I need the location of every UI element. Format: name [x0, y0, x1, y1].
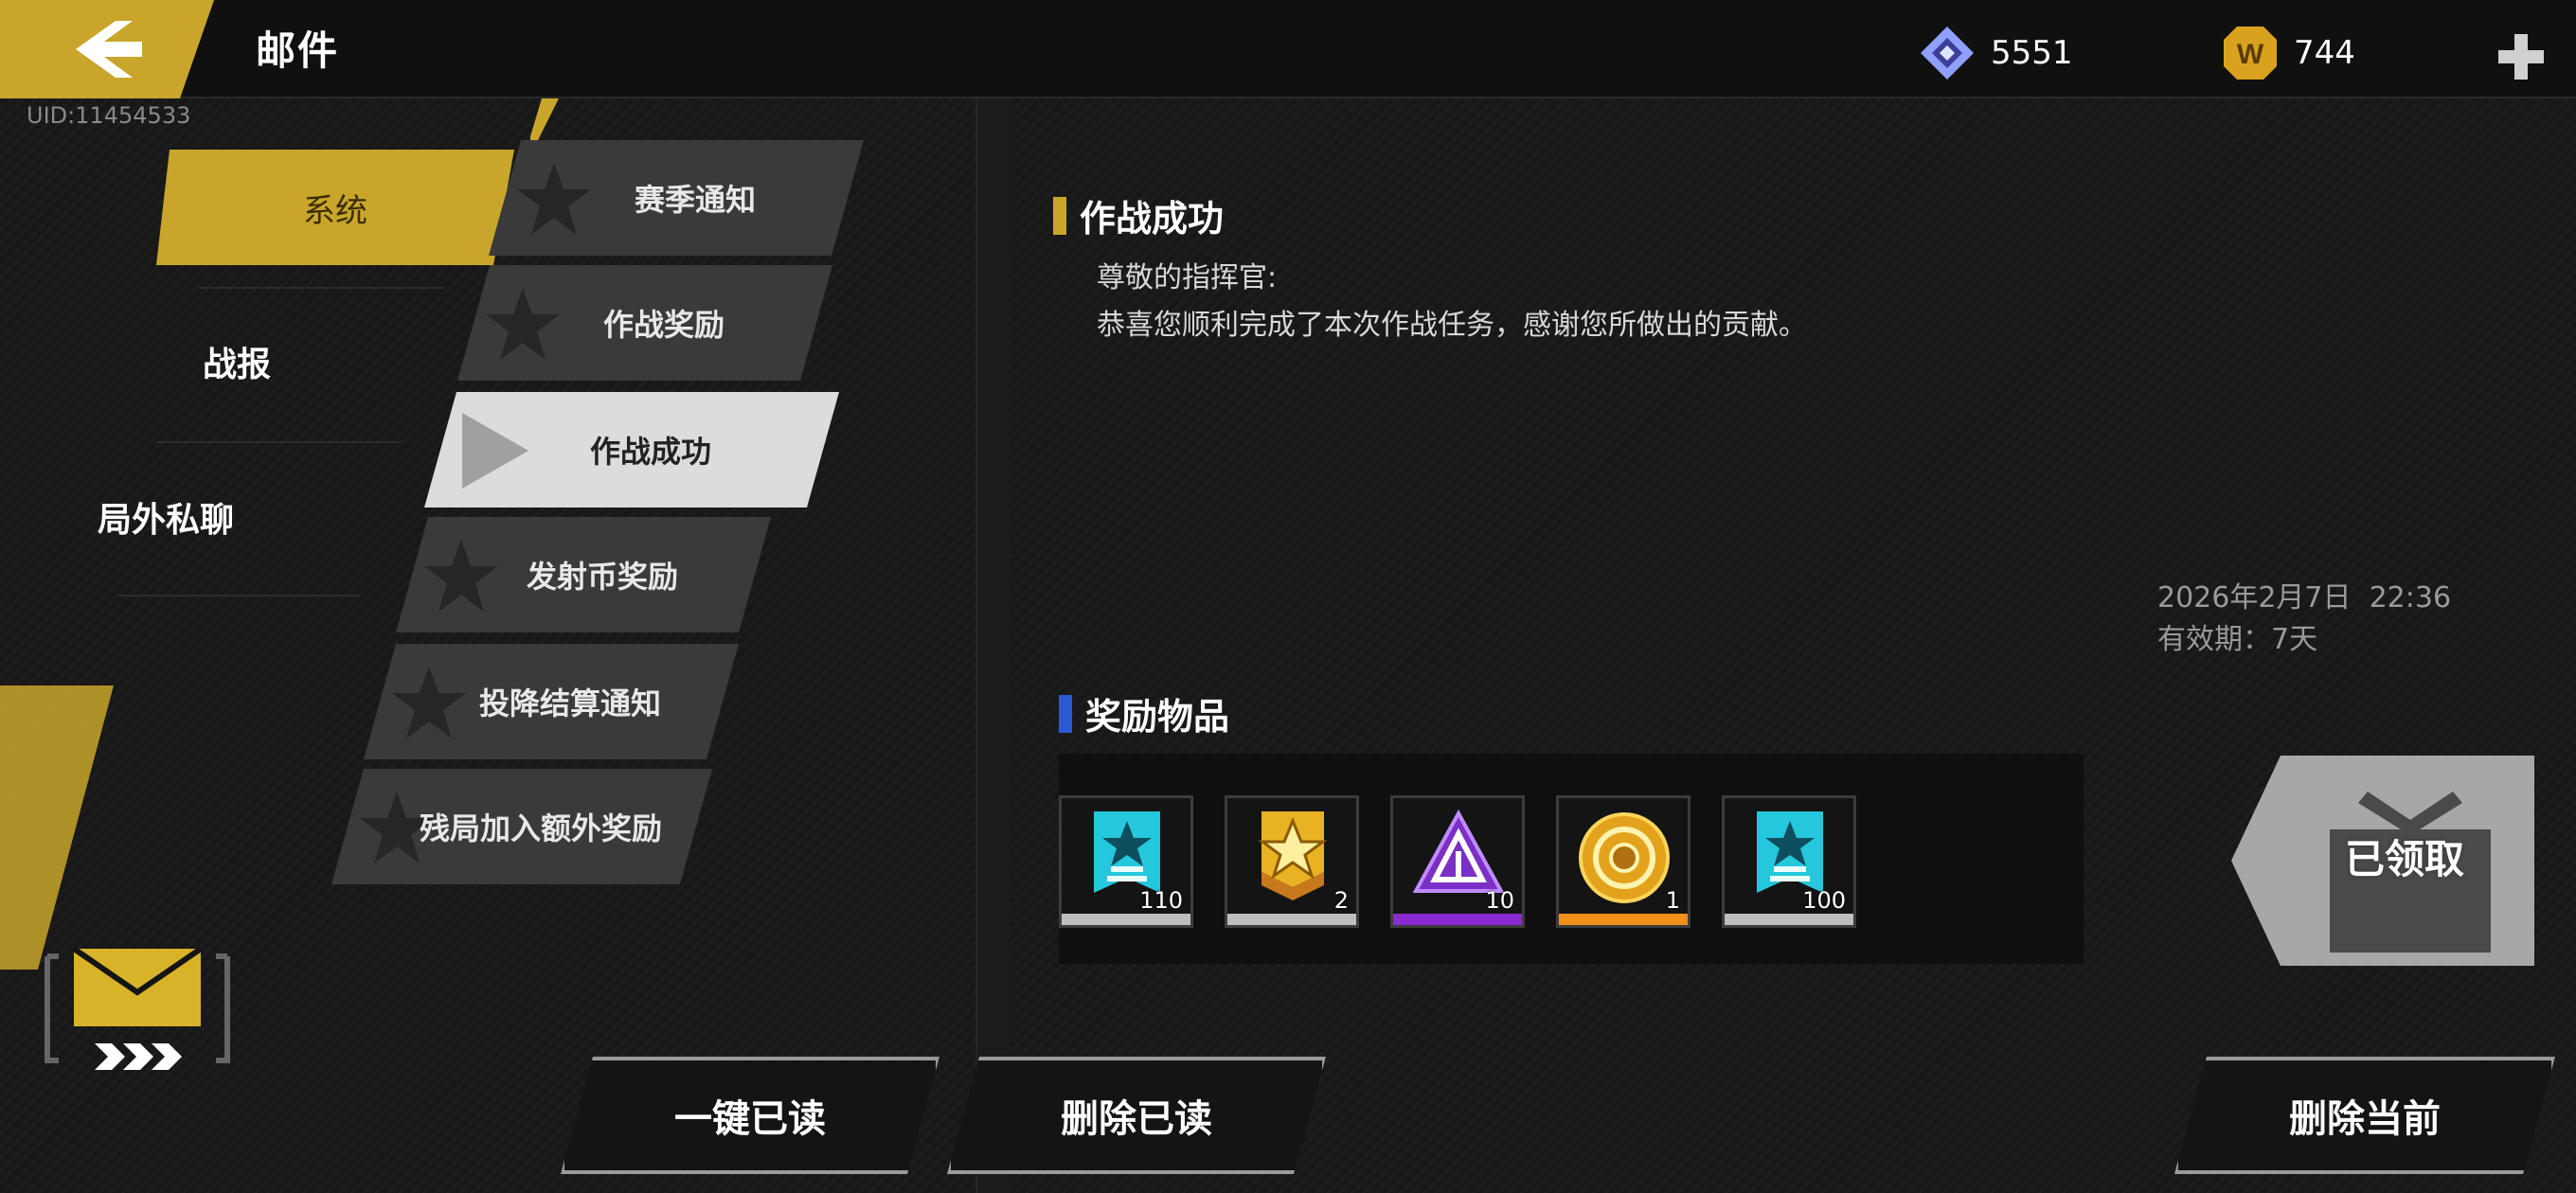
user-id: UID:11454533: [27, 102, 191, 129]
page-title: 邮件: [256, 27, 340, 74]
envelope-icon: [45, 946, 230, 1070]
category-system[interactable]: 系统: [156, 150, 514, 265]
mail-item-label: 发射币奖励: [526, 559, 678, 595]
category-divider: [118, 595, 360, 596]
rarity-bar: [1393, 914, 1522, 925]
delete-current-button[interactable]: 删除当前: [2174, 1057, 2555, 1174]
rarity-bar: [1725, 914, 1853, 925]
mail-item-label: 作战奖励: [602, 307, 724, 343]
mail-item[interactable]: 发射币奖励: [396, 517, 771, 632]
panel-divider: [975, 98, 1010, 1193]
mail-item-label: 投降结算通知: [478, 686, 661, 721]
w-coin-icon: W: [2224, 27, 2277, 80]
mail-item[interactable]: 赛季通知: [489, 140, 864, 256]
mail-item[interactable]: 残局加入额外奖励: [331, 769, 712, 884]
svg-text:W: W: [2237, 39, 2264, 70]
mail-greeting: 尊敬的指挥官:: [1097, 261, 1278, 294]
claimed-label: 已领取: [2344, 836, 2464, 882]
reward-item[interactable]: 10: [1390, 795, 1525, 928]
reward-item[interactable]: 2: [1225, 795, 1359, 928]
reward-count: 100: [1802, 887, 1846, 914]
currency-diamond[interactable]: 5551: [1919, 25, 2073, 81]
back-button[interactable]: [0, 0, 214, 98]
reward-count: 1: [1665, 887, 1680, 914]
back-arrow-icon: [76, 21, 142, 78]
gold-star-medal-icon: [1258, 811, 1328, 900]
reward-item[interactable]: 1: [1556, 795, 1690, 928]
diamond-icon: [1921, 27, 1974, 80]
diamond-count: 5551: [1991, 34, 2073, 72]
mail-body: 恭喜您顺利完成了本次作战任务，感谢您所做出的贡献。: [1097, 309, 1807, 342]
reward-count: 2: [1333, 887, 1349, 914]
mail-validity: 有效期：7天: [2157, 623, 2318, 656]
title-marker: [1053, 196, 1066, 235]
mail-item-label: 残局加入额外奖励: [419, 810, 662, 846]
reward-item[interactable]: 110: [1059, 795, 1193, 928]
category-divider: [199, 287, 445, 289]
rarity-bar: [1227, 914, 1356, 925]
mark-all-read-button[interactable]: 一键已读: [561, 1057, 939, 1174]
delete-read-button[interactable]: 删除已读: [947, 1057, 1326, 1174]
currency-coin[interactable]: W 744: [2222, 25, 2355, 81]
category-divider: [156, 441, 402, 443]
reward-count: 10: [1485, 887, 1514, 914]
rewards-heading-text: 奖励物品: [1085, 696, 1230, 738]
rewards-marker: [1059, 694, 1072, 733]
mail-item-label: 作战成功: [589, 434, 711, 470]
mail-item-selected[interactable]: 作战成功: [424, 392, 839, 507]
mail-item-label: 赛季通知: [634, 182, 756, 218]
gold-coin-icon: [1579, 812, 1670, 903]
mail-item[interactable]: 投降结算通知: [364, 644, 739, 759]
top-bar: 邮件 5551 W 744: [0, 0, 2576, 98]
rarity-bar: [1559, 914, 1688, 925]
mail-date: 2026年2月7日 22:36: [2157, 581, 2452, 614]
reward-item[interactable]: 100: [1722, 795, 1856, 928]
add-currency-icon[interactable]: [2496, 32, 2546, 81]
mail-title: 作战成功: [1053, 189, 1224, 241]
decor-yellow-shape: [0, 686, 114, 970]
mail-item[interactable]: 作战奖励: [457, 265, 832, 381]
reward-count: 110: [1139, 887, 1183, 914]
mail-title-text: 作战成功: [1080, 198, 1225, 240]
rewards-heading: 奖励物品: [1059, 687, 1229, 739]
rarity-bar: [1062, 914, 1190, 925]
coin-count: 744: [2294, 34, 2355, 72]
